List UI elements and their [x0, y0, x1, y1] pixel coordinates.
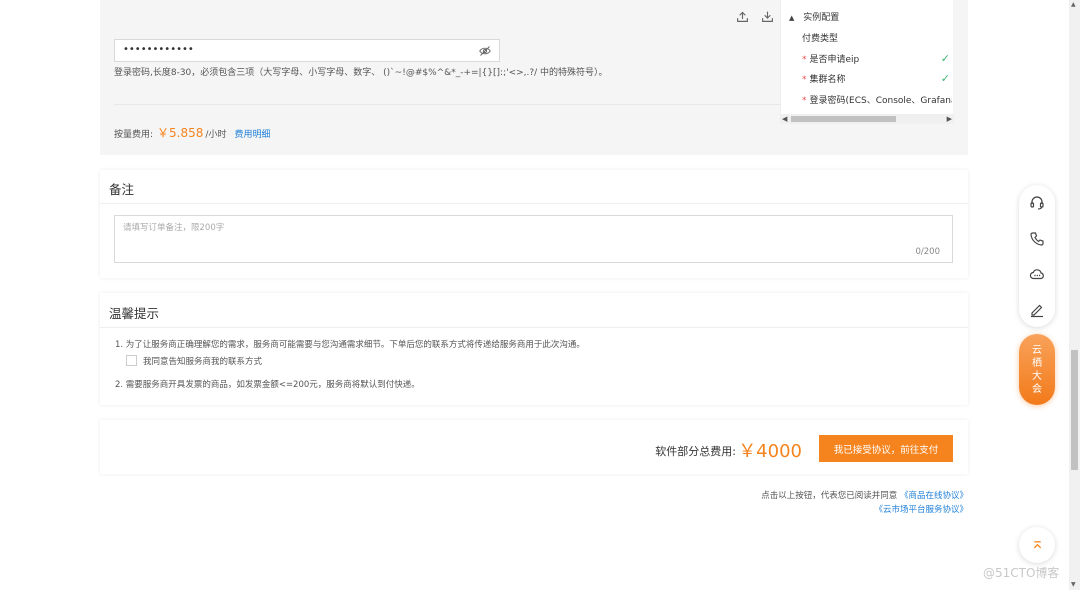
config-title: 实例配置 [803, 13, 840, 23]
upload-icon[interactable] [736, 10, 749, 23]
remark-placeholder: 请填写订单备注，限200字 [123, 223, 225, 233]
page-scrollbar-thumb[interactable] [1071, 350, 1078, 470]
yunqi-char: 云 [1032, 344, 1042, 356]
headset-icon[interactable] [1029, 195, 1045, 211]
scrollbar-thumb[interactable] [791, 116, 896, 122]
config-toolbar [736, 10, 774, 23]
floating-service-bar [1019, 185, 1055, 327]
contact-consent-label[interactable]: 我同意告知服务商我的联系方式 [143, 355, 262, 367]
remark-textarea[interactable]: 请填写订单备注，限200字 0/200 [114, 215, 953, 263]
config-horizontal-scrollbar[interactable]: ◀ ▶ [781, 114, 954, 124]
total-label: 软件部分总费用: [655, 445, 736, 458]
hourly-fee-row: 按量费用: ￥5.858 /小时 费用明细 [114, 124, 270, 141]
phone-icon[interactable] [1029, 231, 1045, 247]
back-to-top-button[interactable] [1019, 527, 1055, 563]
agreement-line-2: 《云市场平台服务协议》 [874, 503, 968, 515]
tip-line-1: 1. 为了让服务商正确理解您的需求，服务商可能需要与您沟通需求细节。下单后您的联… [115, 340, 585, 350]
required-star: * [802, 75, 807, 85]
required-star: * [802, 96, 807, 106]
eye-slash-icon[interactable] [479, 45, 491, 57]
yunqi-char: 会 [1032, 383, 1042, 395]
contact-consent-checkbox[interactable] [126, 355, 137, 366]
scroll-right-icon[interactable]: ▶ [947, 115, 952, 123]
fee-detail-link[interactable]: 费用明细 [234, 127, 270, 140]
fee-price: ￥5.858 [157, 126, 204, 140]
config-row-label: 付费类型 [802, 34, 839, 44]
remark-title: 备注 [109, 182, 135, 197]
config-row-label: 是否申请eip [809, 55, 860, 65]
config-row-billing: 付费类型 [802, 31, 838, 44]
divider [114, 104, 782, 105]
edit-icon[interactable] [1029, 302, 1045, 318]
scroll-left-icon[interactable]: ◀ [782, 115, 787, 123]
caret-up-icon: ▲ [789, 14, 795, 22]
page-vertical-scrollbar[interactable]: ▲ ▼ [1069, 0, 1080, 590]
check-icon: ✓ [940, 52, 950, 65]
accept-and-pay-button[interactable]: 我已接受协议，前往支付 [819, 435, 953, 462]
watermark: @51CTO博客 [983, 566, 1060, 580]
platform-agreement-link[interactable]: 《云市场平台服务协议》 [874, 505, 968, 515]
tip-line-2: 2. 需要服务商开具发票的商品，如发票金额<=200元，服务商将默认到付快递。 [115, 380, 420, 390]
password-value: •••••••••••• [123, 44, 194, 55]
fee-unit: /小时 [205, 130, 227, 140]
form-area: •••••••••••• 登录密码,长度8-30，必须包含三项（大写字母、小写字… [114, 0, 782, 155]
cloud-chat-icon[interactable] [1029, 266, 1045, 282]
yunqi-conference-button[interactable]: 云 栖 大 会 [1019, 334, 1055, 405]
fee-label: 按量费用: [114, 130, 154, 140]
check-icon: ✓ [940, 72, 950, 85]
download-icon[interactable] [761, 10, 774, 23]
scroll-up-icon[interactable]: ▲ [1071, 1, 1076, 8]
required-star: * [802, 55, 807, 65]
yunqi-char: 大 [1032, 370, 1042, 382]
agreement-prefix: 点击以上按钮，代表您已阅读并同意 [761, 491, 898, 501]
scroll-down-icon[interactable]: ▼ [1071, 581, 1076, 588]
remark-char-count: 0/200 [915, 247, 941, 257]
divider [100, 327, 968, 328]
total-amount: ￥4000 [738, 441, 802, 462]
config-row-cluster-name: * 集群名称 ✓ [802, 72, 952, 85]
remark-card: 备注 请填写订单备注，限200字 0/200 [100, 170, 968, 278]
config-row-eip: * 是否申请eip ✓ [802, 52, 952, 65]
config-row-label: 登录密码(ECS、Console、Grafana、 [809, 96, 953, 106]
tips-title: 温馨提示 [109, 306, 160, 321]
config-row-label: 集群名称 [809, 75, 846, 85]
instance-config-panel: ▲ 实例配置 付费类型 * 是否申请eip ✓ * 集群名称 ✓ * 登录密码(ECS… [780, 0, 954, 124]
agreement-line-1: 点击以上按钮，代表您已阅读并同意 《商品在线协议》 [761, 489, 968, 501]
total-card: 软件部分总费用: ￥4000 我已接受协议，前往支付 [100, 420, 968, 474]
tips-card: 温馨提示 1. 为了让服务商正确理解您的需求，服务商可能需要与您沟通需求细节。下… [100, 293, 968, 405]
order-config-section: •••••••••••• 登录密码,长度8-30，必须包含三项（大写字母、小写字… [100, 0, 968, 155]
password-input[interactable]: •••••••••••• [114, 39, 500, 62]
divider [100, 203, 968, 204]
back-to-top-icon [1033, 540, 1041, 548]
config-title-row[interactable]: ▲ 实例配置 [789, 10, 839, 23]
product-agreement-link[interactable]: 《商品在线协议》 [900, 491, 968, 501]
yunqi-char: 栖 [1032, 357, 1042, 369]
password-hint: 登录密码,长度8-30，必须包含三项（大写字母、小写字母、数字、 ()`~!@#… [114, 68, 608, 78]
config-row-login-password: * 登录密码(ECS、Console、Grafana、 [802, 93, 952, 106]
